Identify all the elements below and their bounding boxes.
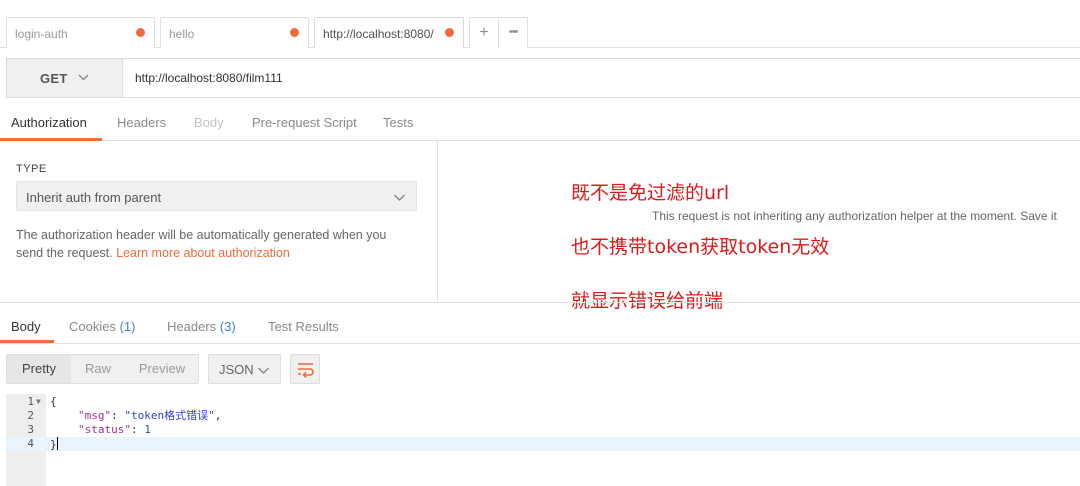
authorization-panel: TYPE Inherit auth from parent The author… — [0, 141, 438, 302]
new-tab-button[interactable]: + — [469, 17, 499, 48]
unsaved-dot-icon — [136, 28, 145, 37]
response-tabs: Body Cookies (1) Headers (3) Test Result… — [0, 302, 1080, 344]
tab-label: Cookies — [69, 319, 116, 334]
tab-tests[interactable]: Tests — [383, 115, 413, 130]
wrap-lines-button[interactable] — [290, 354, 320, 384]
annotation-2: 也不携带token获取token无效 — [571, 236, 830, 258]
view-pretty-button[interactable]: Pretty — [7, 355, 71, 383]
headers-count: (3) — [219, 319, 236, 334]
tab-label: Test Results — [268, 319, 339, 334]
auth-type-value: Inherit auth from parent — [26, 190, 162, 205]
line-number: 1 — [27, 395, 34, 408]
tab-label: hello — [169, 27, 195, 41]
code-text: "msg": "token格式错误", — [78, 409, 222, 422]
code-line: 1 ▼ { — [6, 395, 1080, 409]
fold-arrow-icon[interactable]: ▼ — [36, 395, 41, 409]
close-brace: } — [50, 438, 57, 451]
tab-label: login-auth — [15, 27, 68, 41]
json-number: 1 — [144, 423, 151, 436]
annotation-1: 既不是免过滤的url — [571, 182, 730, 204]
method-label: GET — [40, 71, 68, 86]
code-line: 3 "status": 1 — [6, 423, 1080, 437]
tab-label: Headers — [167, 319, 217, 334]
tab-headers[interactable]: Headers — [117, 115, 166, 130]
unsaved-dot-icon — [445, 28, 454, 37]
tab-label: http://localhost:8080/ — [323, 27, 434, 41]
json-key: "status" — [78, 423, 131, 436]
auth-description: The authorization header will be automat… — [16, 226, 416, 262]
cookies-count: (1) — [119, 319, 136, 334]
text-cursor — [56, 437, 58, 450]
auth-type-select[interactable]: Inherit auth from parent — [16, 181, 417, 211]
auth-info-text: This request is not inheriting any autho… — [652, 209, 1057, 223]
more-icon: ••• — [508, 26, 519, 38]
chevron-down-icon — [258, 367, 269, 374]
response-code-editor[interactable]: 1 ▼ { 2 "msg": "token格式错误", 3 "status": … — [6, 394, 1080, 486]
tab-response-body[interactable]: Body — [11, 319, 41, 334]
learn-more-link[interactable]: Learn more about authorization — [116, 246, 290, 260]
wrap-lines-icon — [298, 363, 314, 378]
line-number: 3 — [27, 423, 34, 436]
code-text: { — [50, 395, 57, 408]
tab-authorization[interactable]: Authorization — [11, 115, 87, 130]
request-tabs: Authorization Headers Body Pre-request S… — [0, 104, 1080, 141]
url-input[interactable] — [124, 59, 1080, 97]
view-preview-button[interactable]: Preview — [125, 355, 199, 383]
active-tab-indicator — [0, 340, 54, 343]
line-number: 4 — [27, 437, 34, 450]
json-string: "token格式错误" — [124, 409, 215, 422]
type-label: TYPE — [16, 163, 47, 175]
tab-label: Body — [11, 319, 41, 334]
code-line: 2 "msg": "token格式错误", — [6, 409, 1080, 423]
chevron-down-icon — [394, 194, 405, 201]
method-select[interactable]: GET — [7, 59, 123, 97]
format-value: JSON — [219, 362, 254, 377]
view-raw-button[interactable]: Raw — [71, 355, 125, 383]
tab-more-button[interactable]: ••• — [498, 17, 528, 48]
tab-body[interactable]: Body — [194, 115, 224, 130]
tab-test-results[interactable]: Test Results — [268, 319, 339, 334]
tab-response-headers[interactable]: Headers (3) — [167, 319, 236, 334]
request-tab-login-auth[interactable]: login-auth — [6, 17, 155, 48]
tab-pre-request-script[interactable]: Pre-request Script — [252, 115, 357, 130]
plus-icon: + — [479, 24, 489, 41]
view-mode-toggle: Pretty Raw Preview — [6, 354, 199, 384]
code-text: "status": 1 — [78, 423, 151, 436]
code-line-current: 4 } — [6, 437, 1080, 451]
request-tab-hello[interactable]: hello — [160, 17, 309, 48]
code-text: } — [50, 437, 58, 452]
tab-bar: login-auth hello http://localhost:8080/ … — [0, 0, 1080, 48]
format-select[interactable]: JSON — [208, 354, 281, 384]
tab-cookies[interactable]: Cookies (1) — [69, 319, 135, 334]
request-tab-localhost[interactable]: http://localhost:8080/ — [314, 17, 464, 48]
unsaved-dot-icon — [290, 28, 299, 37]
request-url-bar: GET — [6, 58, 1080, 98]
chevron-down-icon — [78, 74, 89, 81]
json-key: "msg" — [78, 409, 112, 422]
line-number: 2 — [27, 409, 34, 422]
